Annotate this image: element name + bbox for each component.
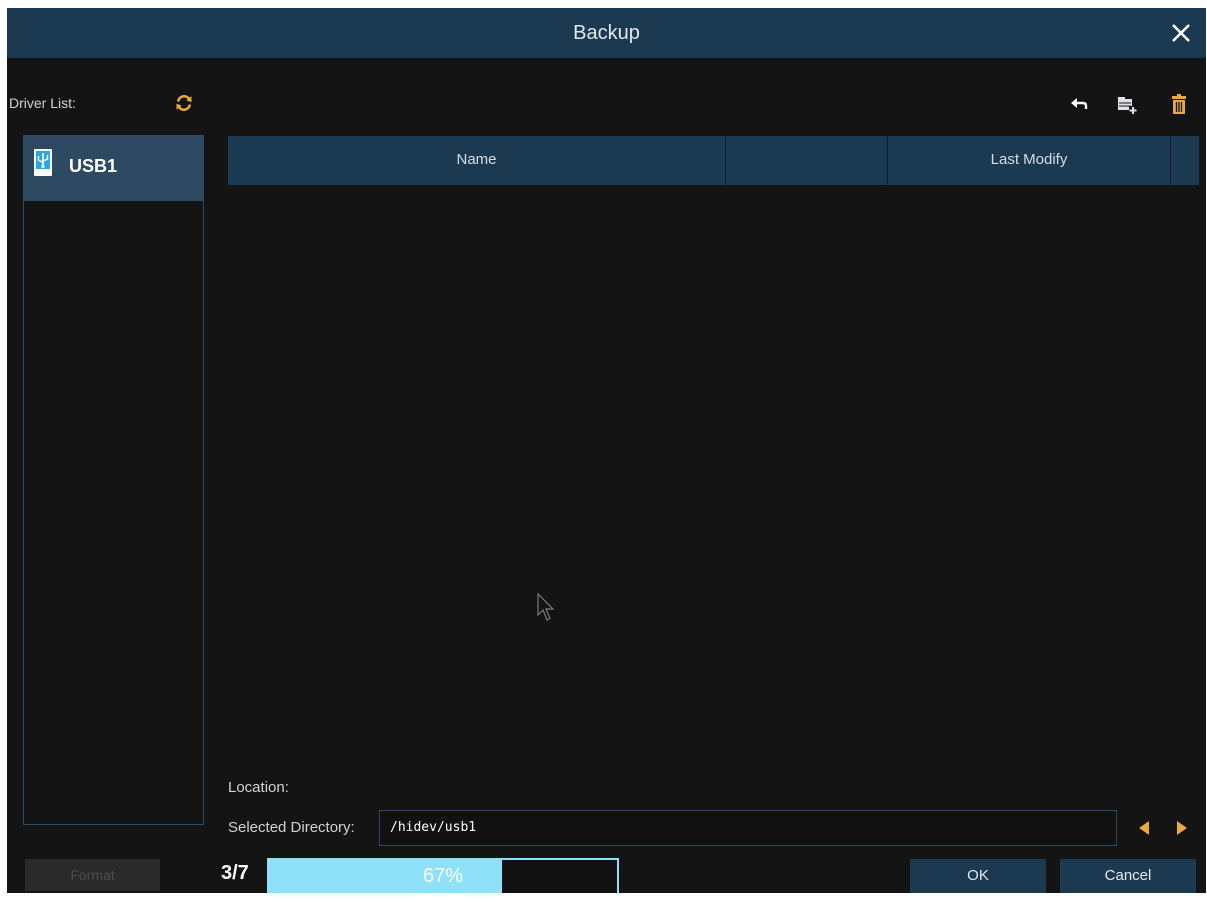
new-folder-icon[interactable]: [1116, 94, 1138, 114]
usb-icon: [34, 149, 52, 176]
driver-list-label: Driver List:: [9, 95, 76, 111]
close-icon[interactable]: [1164, 16, 1198, 50]
file-table-header: Name Last Modify: [228, 136, 1199, 185]
location-label: Location:: [228, 779, 289, 796]
selected-directory-field[interactable]: /hidev/usb1: [379, 810, 1117, 846]
column-header-extra: [1171, 136, 1199, 185]
cancel-button[interactable]: Cancel: [1060, 859, 1196, 893]
arrow-left-icon[interactable]: [1137, 820, 1151, 836]
column-header-last-modify[interactable]: Last Modify: [888, 136, 1171, 185]
mouse-cursor-icon: [537, 593, 555, 621]
arrow-right-icon[interactable]: [1175, 820, 1189, 836]
drive-label: USB1: [69, 156, 118, 176]
progress-bar: 67%: [267, 858, 619, 893]
title-bar: Backup: [7, 8, 1206, 58]
ok-button[interactable]: OK: [910, 859, 1046, 893]
dialog-title: Backup: [573, 22, 640, 44]
backup-dialog: Backup Driver List: USB1 Name Last Modif…: [7, 8, 1206, 893]
column-header-name[interactable]: Name: [228, 136, 726, 185]
trash-icon[interactable]: [1168, 94, 1190, 114]
refresh-icon[interactable]: [175, 94, 193, 112]
progress-text: 67%: [422, 865, 464, 887]
page-count: 3/7: [221, 862, 249, 884]
drive-item-usb1[interactable]: USB1: [24, 136, 203, 201]
selected-directory-label: Selected Directory:: [228, 819, 355, 836]
format-button[interactable]: Format: [25, 859, 160, 891]
column-header-blank[interactable]: [726, 136, 888, 185]
back-arrow-icon[interactable]: [1069, 94, 1091, 114]
driver-list: USB1: [23, 135, 204, 825]
